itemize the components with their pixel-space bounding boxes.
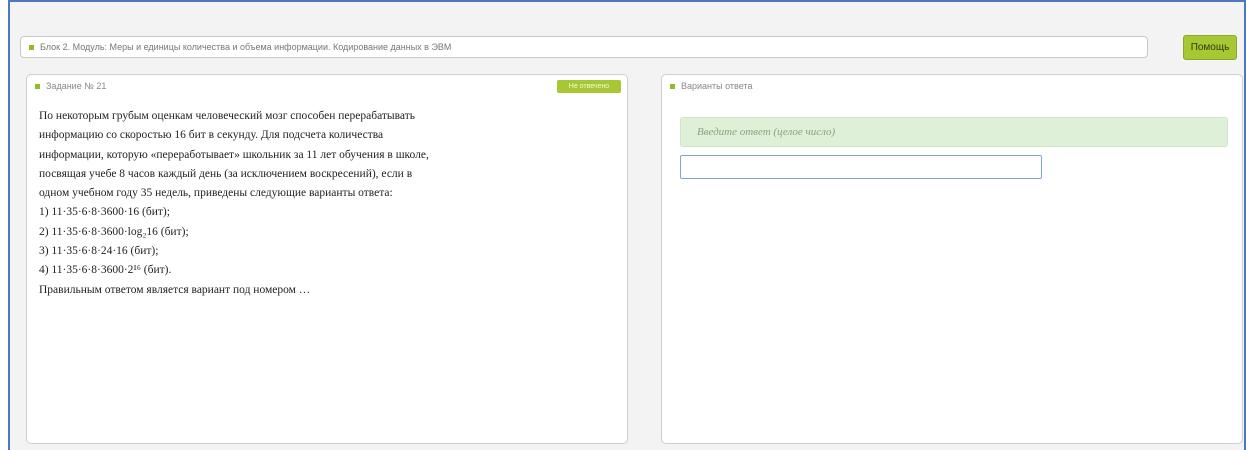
option-1: 1) 11·35·6·8·3600·16 (бит); — [39, 206, 170, 219]
question-line: посвящая учебе 8 часов каждый день (за и… — [39, 167, 413, 180]
answer-panel-title: Варианты ответа — [681, 81, 753, 91]
answer-hint: Введите ответ (целое число) — [680, 117, 1228, 147]
status-badge: Не отвечено — [557, 80, 621, 93]
question-line: информации, которую «переработывает» шко… — [39, 148, 429, 161]
breadcrumb-text: Блок 2. Модуль: Меры и единицы количеств… — [40, 42, 452, 52]
option-3: 3) 11·35·6·8·24·16 (бит); — [39, 245, 159, 258]
task-title: Задание № 21 — [46, 81, 107, 91]
option-4: 4) 11·35·6·8·3600·2¹⁶ (бит). — [39, 264, 172, 277]
task-panel: Задание № 21 Не отвечено По некоторым гр… — [26, 74, 628, 444]
question-line: одном учебном году 35 недель, приведены … — [39, 187, 393, 200]
bullet-square-icon — [29, 44, 34, 50]
answer-panel-header: Варианты ответа — [670, 81, 752, 91]
help-button[interactable]: Помощь — [1183, 35, 1237, 60]
question-line: Правильным ответом является вариант под … — [39, 283, 311, 296]
breadcrumb: Блок 2. Модуль: Меры и единицы количеств… — [20, 36, 1148, 58]
question-text: По некоторым грубым оценкам человеческий… — [39, 107, 559, 300]
task-panel-header: Задание № 21 — [35, 81, 106, 91]
bullet-square-icon — [35, 83, 40, 89]
bullet-square-icon — [670, 83, 675, 89]
answer-input[interactable] — [680, 155, 1042, 179]
answer-panel: Варианты ответа Введите ответ (целое чис… — [661, 74, 1243, 444]
question-line: информацию со скоростью 16 бит в секунду… — [39, 129, 384, 142]
option-2: 2) 11·35·6·8·3600·log₂16 (бит); — [39, 225, 189, 238]
question-line: По некоторым грубым оценкам человеческий… — [39, 110, 416, 122]
